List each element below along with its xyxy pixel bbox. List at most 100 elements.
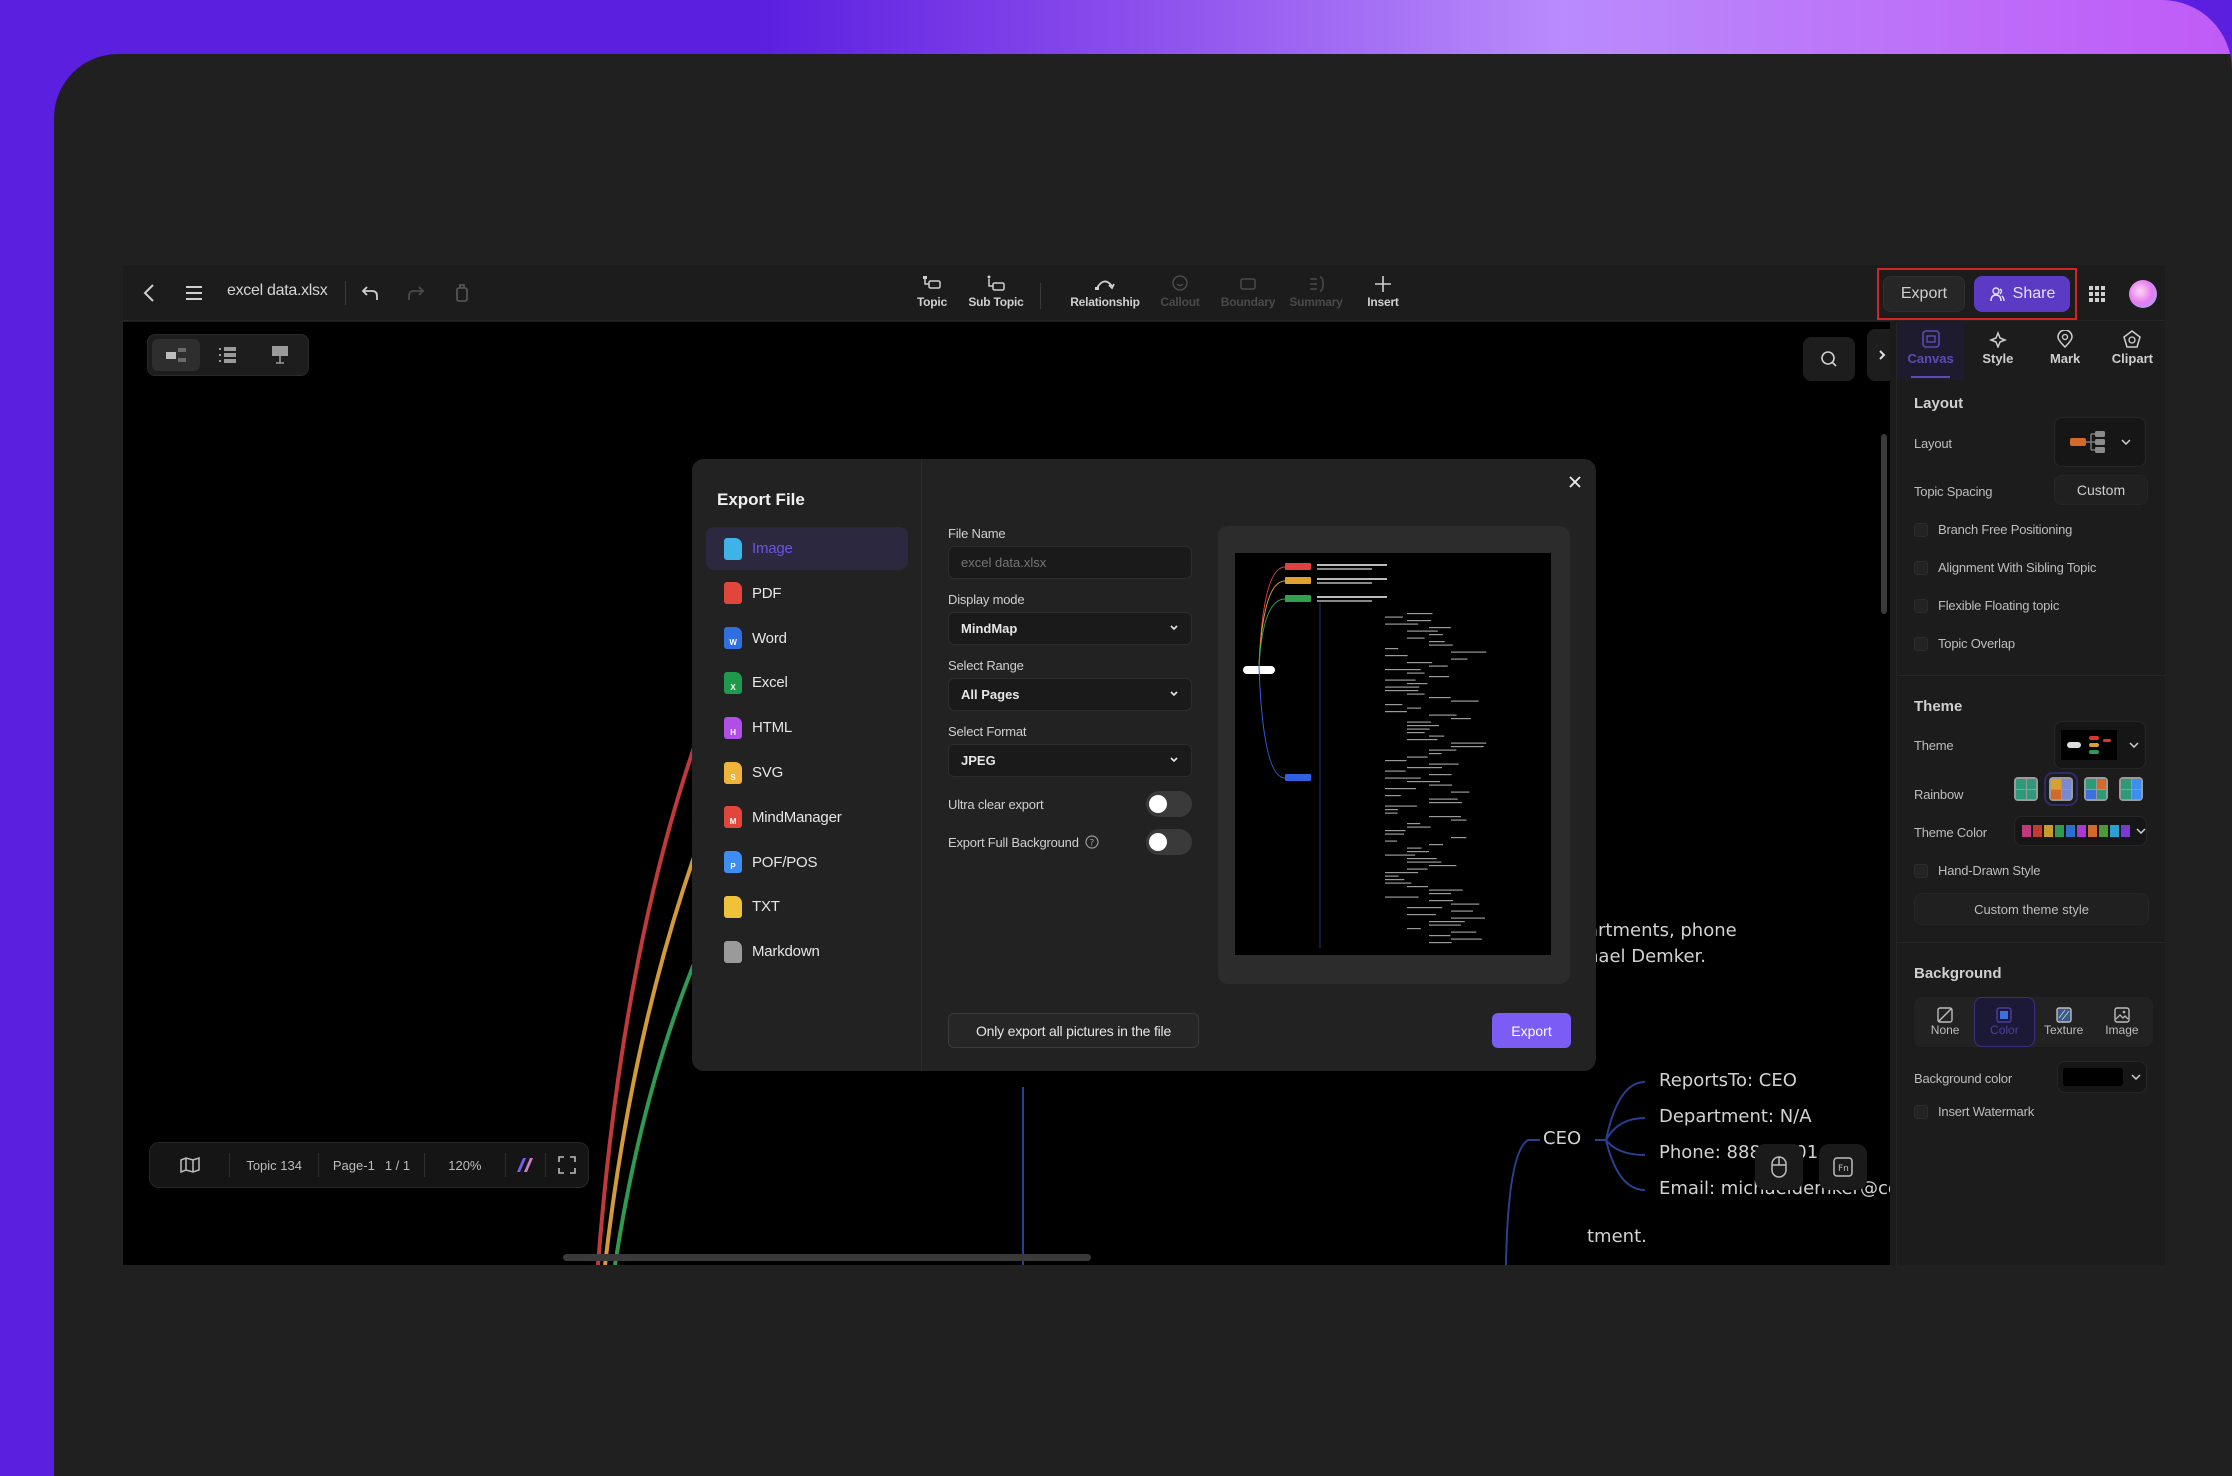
zoom-level[interactable]: 120% bbox=[425, 1143, 504, 1187]
tab-clipart[interactable]: Clipart bbox=[2099, 322, 2166, 380]
format-option-mindmanager[interactable]: M MindManager bbox=[706, 796, 908, 839]
layout-dropdown[interactable] bbox=[2054, 417, 2146, 467]
apps-button[interactable] bbox=[2085, 282, 2109, 306]
presentation-view-button[interactable] bbox=[256, 339, 304, 371]
outline-view-button[interactable] bbox=[204, 339, 252, 371]
topic-department[interactable]: Department: N/A bbox=[1659, 1106, 1812, 1127]
option-topic-overlap[interactable]: Topic Overlap bbox=[1914, 636, 2015, 651]
preview-text-line bbox=[1451, 938, 1482, 940]
format-option-excel[interactable]: X Excel bbox=[706, 661, 908, 704]
checkbox[interactable] bbox=[1914, 522, 1928, 537]
format-option-pdf[interactable]: PDF bbox=[706, 572, 908, 615]
rainbow-option-4[interactable] bbox=[2119, 777, 2143, 801]
preview-text-line bbox=[1407, 662, 1433, 664]
option-alignment-sibling[interactable]: Alignment With Sibling Topic bbox=[1914, 560, 2096, 575]
file-name-field[interactable] bbox=[948, 546, 1192, 579]
checkbox[interactable] bbox=[1914, 863, 1928, 878]
bg-option-image[interactable]: Image bbox=[2093, 997, 2151, 1047]
export-full-background-row: Export Full Background ? bbox=[948, 829, 1192, 855]
mindmap-view-button[interactable] bbox=[152, 339, 200, 371]
undo-button[interactable] bbox=[357, 279, 383, 307]
only-export-pictures-button[interactable]: Only export all pictures in the file bbox=[948, 1013, 1199, 1048]
tool-summary[interactable]: Summary bbox=[1283, 273, 1349, 317]
format-option-image[interactable]: Image bbox=[706, 527, 908, 570]
tool-boundary[interactable]: Boundary bbox=[1215, 273, 1281, 317]
tool-insert[interactable]: Insert bbox=[1355, 273, 1411, 317]
rainbow-option-2[interactable] bbox=[2044, 772, 2078, 806]
back-button[interactable] bbox=[137, 279, 161, 307]
custom-theme-button[interactable]: Custom theme style bbox=[1914, 893, 2149, 925]
bg-option-color[interactable]: Color bbox=[1974, 997, 2035, 1047]
display-mode-select[interactable]: MindMap bbox=[948, 612, 1192, 645]
option-flexible-floating[interactable]: Flexible Floating topic bbox=[1914, 598, 2059, 613]
tool-callout[interactable]: Callout bbox=[1151, 273, 1209, 317]
file-name[interactable]: excel data.xlsx bbox=[227, 282, 328, 300]
option-insert-watermark[interactable]: Insert Watermark bbox=[1914, 1104, 2034, 1119]
page-name: Page-1 bbox=[332, 1157, 375, 1173]
bg-option-texture[interactable]: Texture bbox=[2035, 997, 2093, 1047]
tool-sub-topic[interactable]: Sub Topic bbox=[961, 273, 1031, 317]
checkbox[interactable] bbox=[1914, 598, 1928, 613]
background-color-picker[interactable] bbox=[2057, 1061, 2147, 1093]
file-name-input[interactable] bbox=[961, 555, 1179, 570]
topic-text[interactable]: tment. bbox=[1587, 1226, 1647, 1247]
format-painter-button[interactable] bbox=[449, 279, 475, 307]
redo-button[interactable] bbox=[403, 279, 429, 307]
export-button[interactable]: Export bbox=[1883, 276, 1965, 312]
share-button[interactable]: Share bbox=[1974, 276, 2070, 312]
theme-color-dropdown[interactable] bbox=[2014, 816, 2147, 846]
full-background-toggle[interactable] bbox=[1146, 829, 1192, 855]
rainbow-option-1[interactable] bbox=[2014, 777, 2038, 801]
format-option-svg[interactable]: S SVG bbox=[706, 751, 908, 794]
avatar[interactable] bbox=[2129, 280, 2157, 308]
tab-canvas[interactable]: Canvas bbox=[1897, 322, 1965, 380]
checkbox[interactable] bbox=[1914, 560, 1928, 575]
select-range-select[interactable]: All Pages bbox=[948, 678, 1192, 711]
tab-mark[interactable]: Mark bbox=[2032, 322, 2099, 380]
preview-branch-node bbox=[1285, 577, 1311, 584]
format-option-html[interactable]: H HTML bbox=[706, 706, 908, 749]
menu-button[interactable] bbox=[181, 279, 207, 307]
layout-map-icon bbox=[2070, 431, 2105, 453]
horizontal-scrollbar[interactable] bbox=[563, 1254, 1091, 1261]
shortcut-keys-button[interactable]: Fn bbox=[1819, 1144, 1867, 1190]
dialog-export-button[interactable]: Export bbox=[1492, 1013, 1571, 1048]
mouse-mode-button[interactable] bbox=[1755, 1144, 1803, 1190]
html-file-icon: H bbox=[724, 716, 742, 739]
tool-relationship[interactable]: Relationship bbox=[1059, 273, 1151, 317]
presentation-icon bbox=[272, 346, 288, 364]
search-button[interactable] bbox=[1803, 337, 1855, 381]
close-dialog-button[interactable] bbox=[1564, 471, 1586, 493]
option-branch-free-positioning[interactable]: Branch Free Positioning bbox=[1914, 522, 2072, 537]
bg-option-none[interactable]: None bbox=[1916, 997, 1974, 1047]
rainbow-option-3[interactable] bbox=[2084, 777, 2108, 801]
tool-topic[interactable]: Topic bbox=[897, 273, 967, 317]
topic-text[interactable]: hael Demker. bbox=[1587, 946, 1706, 967]
format-option-pof-pos[interactable]: P POF/POS bbox=[706, 841, 908, 884]
checkbox[interactable] bbox=[1914, 636, 1928, 651]
select-format-select[interactable]: JPEG bbox=[948, 744, 1192, 777]
minimap-button[interactable] bbox=[150, 1143, 229, 1187]
ultra-clear-toggle[interactable] bbox=[1146, 791, 1192, 817]
tab-style[interactable]: Style bbox=[1964, 322, 2031, 380]
ai-button[interactable] bbox=[506, 1143, 546, 1187]
topic-icon bbox=[923, 276, 941, 289]
theme-dropdown[interactable] bbox=[2054, 721, 2146, 769]
layout-section-title: Layout bbox=[1914, 395, 1964, 412]
topic-text[interactable]: artments, phone bbox=[1587, 920, 1737, 941]
option-hand-drawn[interactable]: Hand-Drawn Style bbox=[1914, 863, 2040, 878]
collapse-panel-button[interactable] bbox=[1867, 329, 1890, 381]
layout-label: Layout bbox=[1914, 436, 1952, 451]
vertical-scrollbar[interactable] bbox=[1881, 434, 1887, 614]
format-option-markdown[interactable]: Markdown bbox=[706, 930, 908, 973]
format-option-word[interactable]: W Word bbox=[706, 617, 908, 660]
help-icon[interactable]: ? bbox=[1085, 835, 1099, 849]
checkbox[interactable] bbox=[1914, 1104, 1928, 1119]
format-option-txt[interactable]: TXT bbox=[706, 885, 908, 928]
svg-file-icon: S bbox=[724, 761, 742, 784]
page-indicator[interactable]: Page-1 1 / 1 bbox=[319, 1143, 424, 1187]
fullscreen-button[interactable] bbox=[546, 1143, 588, 1187]
topic-reports-to[interactable]: ReportsTo: CEO bbox=[1659, 1070, 1797, 1091]
topic-ceo[interactable]: CEO bbox=[1543, 1128, 1581, 1149]
topic-spacing-button[interactable]: Custom bbox=[2054, 475, 2148, 505]
